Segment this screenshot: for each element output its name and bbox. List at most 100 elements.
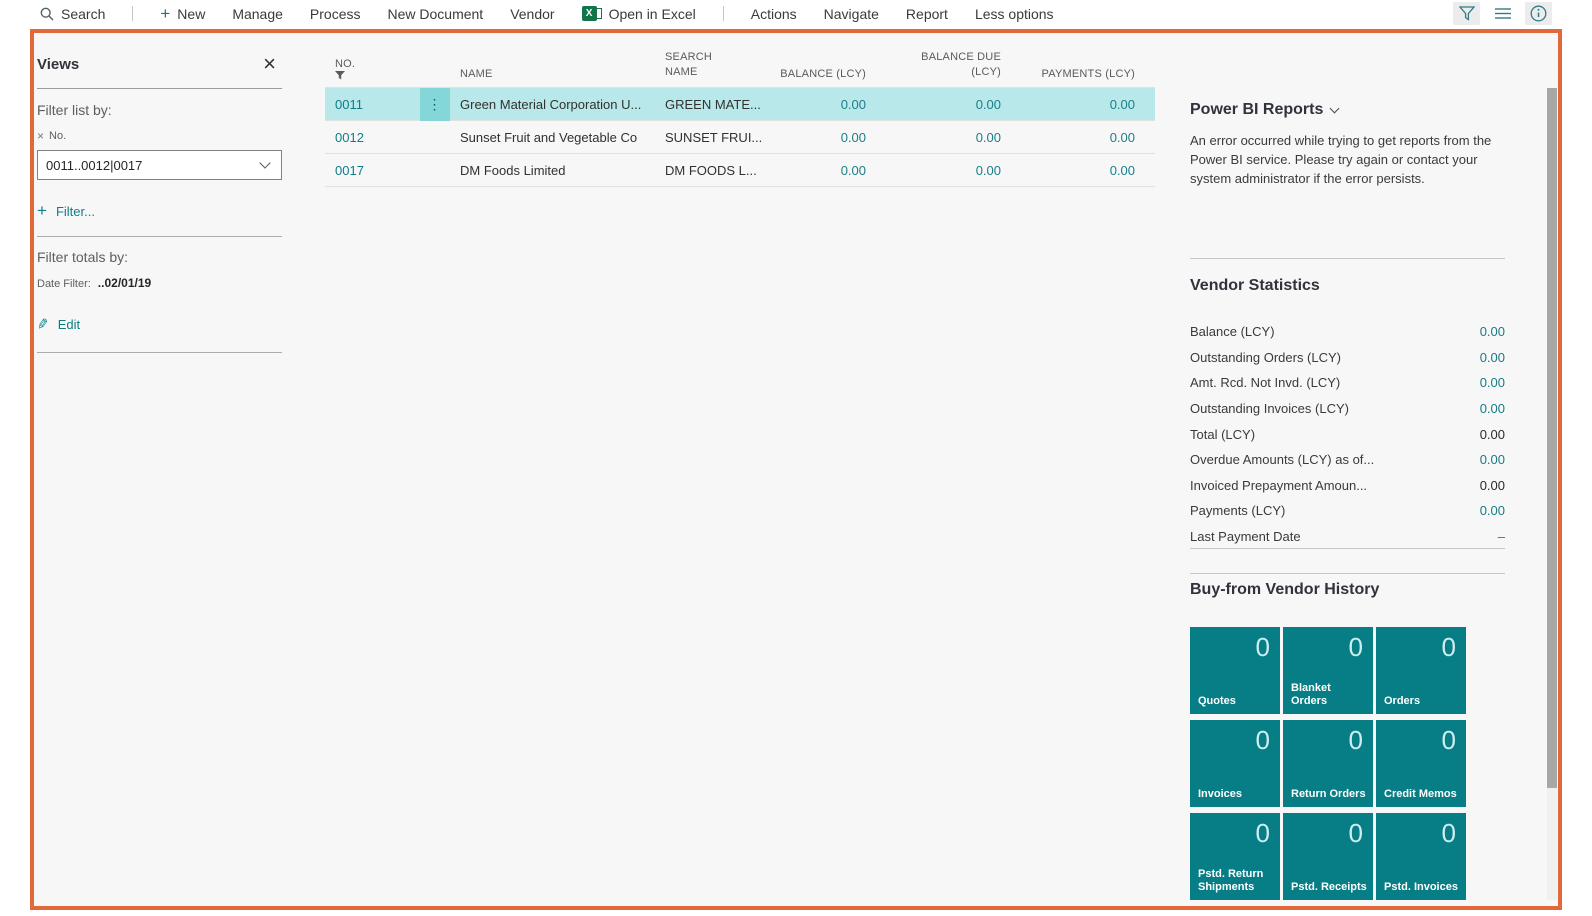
table-row[interactable]: 0011 ⋮ Green Material Corporation U... G…	[325, 88, 1155, 121]
balance-cell[interactable]: 0.00	[765, 97, 870, 112]
close-icon[interactable]: ×	[263, 53, 282, 75]
new-document-menu[interactable]: New Document	[387, 6, 483, 22]
balance-cell[interactable]: 0.00	[765, 130, 870, 145]
cue-tile-pstd-return-shipments[interactable]: 0 Pstd. Return Shipments	[1190, 813, 1280, 900]
manage-label: Manage	[232, 5, 283, 22]
open-in-excel-label: Open in Excel	[608, 5, 696, 22]
new-button[interactable]: + New	[160, 5, 205, 22]
navigate-label: Navigate	[823, 5, 879, 22]
row-menu-icon[interactable]: ⋮	[420, 88, 450, 121]
vendor-no-link[interactable]: 0011	[325, 97, 420, 112]
cue-tile-blanket-orders[interactable]: 0 Blanket Orders	[1283, 627, 1373, 714]
date-filter-value: ..02/01/19	[97, 276, 152, 290]
open-in-excel-button[interactable]: X Open in Excel	[581, 5, 696, 22]
table-row[interactable]: 0017 DM Foods Limited DM FOODS L... 0.00…	[325, 154, 1155, 187]
power-bi-reports-title: Power BI Reports	[1190, 101, 1324, 118]
search-label: Search	[61, 5, 106, 22]
process-menu[interactable]: Process	[310, 6, 361, 22]
stat-label: Overdue Amounts (LCY) as of...	[1190, 452, 1375, 468]
balance-due-cell[interactable]: 0.00	[870, 97, 1005, 112]
payments-cell[interactable]: 0.00	[1005, 130, 1155, 145]
stat-value-link[interactable]: 0.00	[1480, 350, 1505, 365]
stat-value-link[interactable]: 0.00	[1480, 324, 1505, 339]
cue-tile-credit-memos[interactable]: 0 Credit Memos	[1376, 720, 1466, 807]
tile-value: 0	[1348, 632, 1363, 662]
cue-tile-pstd-invoices[interactable]: 0 Pstd. Invoices	[1376, 813, 1466, 900]
vendor-name-cell[interactable]: DM Foods Limited	[450, 163, 655, 178]
column-header-payments[interactable]: PAYMENTS (LCY)	[1005, 68, 1155, 80]
stat-value: –	[1497, 528, 1505, 544]
cue-tile-orders[interactable]: 0 Orders	[1376, 627, 1466, 714]
tile-value: 0	[1348, 725, 1363, 755]
payments-cell[interactable]: 0.00	[1005, 97, 1155, 112]
search-button[interactable]: Search	[40, 6, 105, 22]
actions-label: Actions	[750, 5, 797, 22]
column-header-name[interactable]: NAME	[450, 68, 655, 80]
payments-cell[interactable]: 0.00	[1005, 163, 1155, 178]
stat-value-link[interactable]: 0.00	[1480, 375, 1505, 390]
report-label: Report	[905, 5, 948, 22]
report-menu[interactable]: Report	[906, 6, 948, 22]
chevron-down-icon[interactable]	[259, 157, 271, 169]
filter-pane-toggle-button[interactable]	[1453, 2, 1480, 25]
cue-tile-return-orders[interactable]: 0 Return Orders	[1283, 720, 1373, 807]
info-pane-button[interactable]	[1525, 2, 1552, 25]
stat-row: Outstanding Orders (LCY) 0.00	[1190, 345, 1505, 371]
navigate-menu[interactable]: Navigate	[824, 6, 879, 22]
less-options-button[interactable]: Less options	[975, 6, 1054, 22]
stat-label: Outstanding Invoices (LCY)	[1190, 401, 1349, 417]
date-filter-row: Date Filter: ..02/01/19	[37, 276, 151, 290]
power-bi-reports-header[interactable]: Power BI Reports	[1190, 101, 1340, 119]
vendor-statistics-title: Vendor Statistics	[1190, 277, 1320, 294]
scrollbar-thumb[interactable]	[1547, 88, 1557, 788]
column-header-no[interactable]: NO.	[325, 58, 420, 80]
column-header-search-name[interactable]: SEARCH NAME	[655, 50, 765, 80]
process-label: Process	[309, 5, 361, 22]
stat-value-link[interactable]: 0.00	[1480, 503, 1505, 518]
new-document-label: New Document	[387, 5, 484, 22]
table-header-row: NO. NAME SEARCH NAME BALANCE (LCY) BALAN…	[325, 39, 1155, 88]
balance-due-cell[interactable]: 0.00	[870, 163, 1005, 178]
stat-row: Last Payment Date –	[1190, 524, 1505, 550]
stat-value-link[interactable]: 0.00	[1480, 452, 1505, 467]
less-options-label: Less options	[974, 5, 1054, 22]
cue-tile-quotes[interactable]: 0 Quotes	[1190, 627, 1280, 714]
vendor-menu[interactable]: Vendor	[510, 6, 554, 22]
balance-cell[interactable]: 0.00	[765, 163, 870, 178]
stat-value: 0.00	[1479, 477, 1505, 493]
vendor-history-header[interactable]: Buy-from Vendor History	[1190, 581, 1379, 599]
vendor-name-cell[interactable]: Green Material Corporation U...	[450, 97, 655, 112]
factbox-scrollbar[interactable]	[1547, 88, 1557, 900]
stat-value-link[interactable]: 0.00	[1480, 401, 1505, 416]
vendor-table: NO. NAME SEARCH NAME BALANCE (LCY) BALAN…	[325, 39, 1155, 187]
list-view-button[interactable]	[1489, 2, 1516, 25]
pane-divider	[37, 236, 282, 237]
tile-value: 0	[1255, 725, 1270, 755]
stat-row: Total (LCY) 0.00	[1190, 421, 1505, 447]
tile-value: 0	[1441, 725, 1456, 755]
remove-filter-icon[interactable]: ×	[37, 129, 44, 143]
tile-label: Pstd. Invoices	[1384, 881, 1458, 893]
vendor-name-cell[interactable]: Sunset Fruit and Vegetable Co	[450, 130, 655, 145]
pane-divider	[37, 352, 282, 353]
table-row[interactable]: 0012 Sunset Fruit and Vegetable Co SUNSE…	[325, 121, 1155, 154]
chevron-down-icon	[1329, 103, 1340, 114]
add-filter-button[interactable]: + Filter...	[37, 201, 95, 221]
vendor-statistics-header[interactable]: Vendor Statistics	[1190, 277, 1320, 295]
column-header-balance[interactable]: BALANCE (LCY)	[765, 68, 870, 80]
stat-row: Payments (LCY) 0.00	[1190, 498, 1505, 524]
stat-label: Amt. Rcd. Not Invd. (LCY)	[1190, 375, 1341, 391]
info-icon	[1530, 5, 1547, 22]
actions-menu[interactable]: Actions	[751, 6, 797, 22]
vendor-no-link[interactable]: 0017	[325, 163, 420, 178]
cue-tile-pstd-receipts[interactable]: 0 Pstd. Receipts	[1283, 813, 1373, 900]
filter-value-input[interactable]	[38, 157, 261, 173]
stat-row: Outstanding Invoices (LCY) 0.00	[1190, 396, 1505, 422]
cue-tile-invoices[interactable]: 0 Invoices	[1190, 720, 1280, 807]
column-header-balance-due[interactable]: BALANCE DUE (LCY)	[870, 50, 1005, 80]
balance-due-cell[interactable]: 0.00	[870, 130, 1005, 145]
manage-menu[interactable]: Manage	[232, 6, 283, 22]
edit-filter-button[interactable]: ✎ Edit	[36, 315, 81, 333]
stat-label: Balance (LCY)	[1190, 324, 1275, 340]
vendor-no-link[interactable]: 0012	[325, 130, 420, 145]
